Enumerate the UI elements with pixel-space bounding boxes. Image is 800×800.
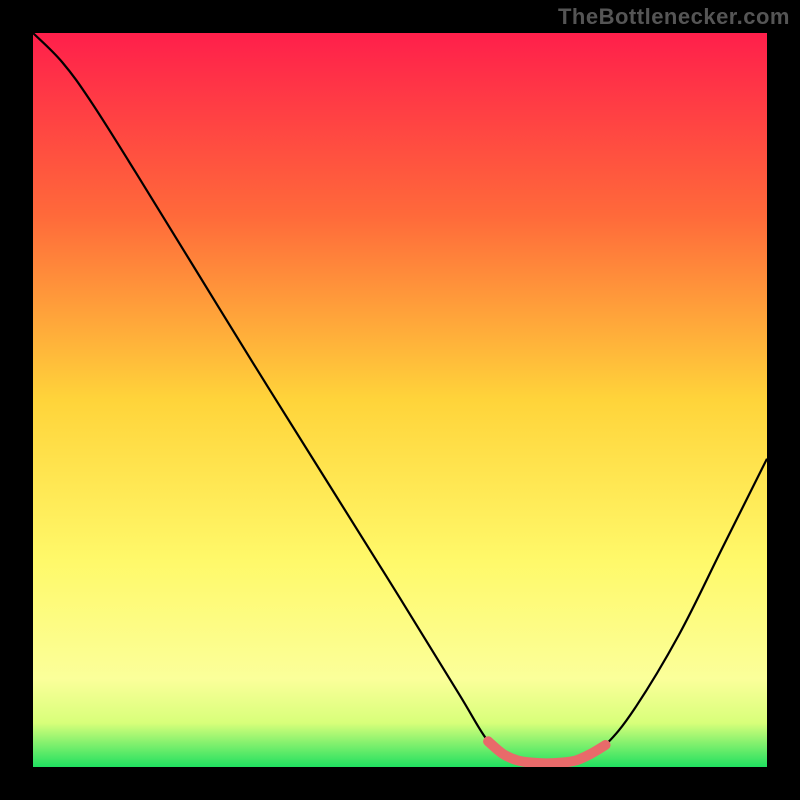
bottleneck-gradient-chart bbox=[0, 0, 800, 800]
chart-frame: TheBottlenecker.com bbox=[0, 0, 800, 800]
attribution-watermark: TheBottlenecker.com bbox=[558, 4, 790, 30]
plot-background-gradient bbox=[33, 33, 767, 767]
